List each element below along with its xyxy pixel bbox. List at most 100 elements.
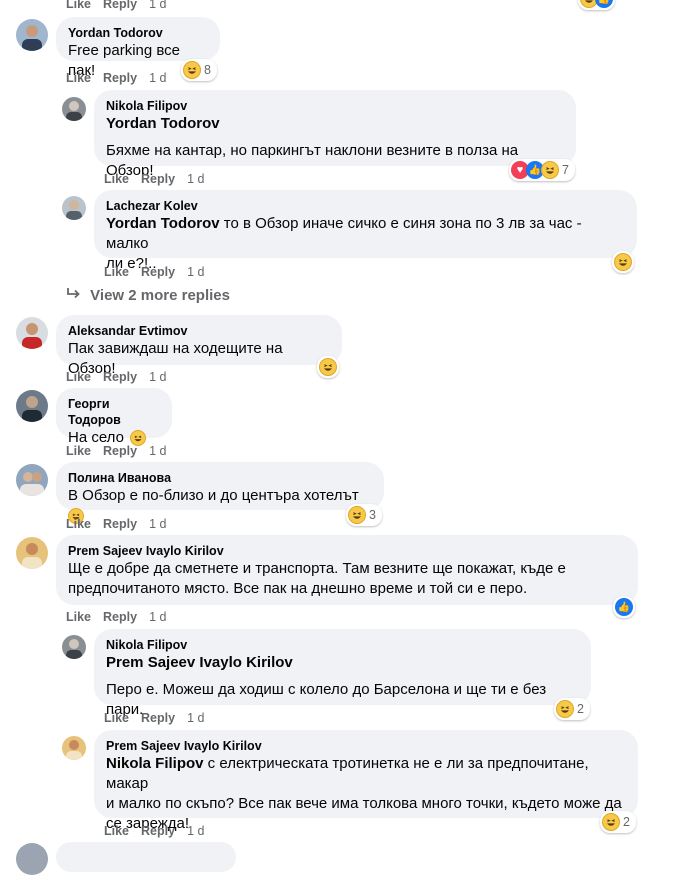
haha-reaction-icon: [319, 358, 337, 376]
reaction-count: 2: [623, 815, 630, 829]
reply-link[interactable]: Reply: [103, 0, 137, 11]
mentioned-user[interactable]: Yordan Todorov: [106, 215, 220, 232]
mentioned-user[interactable]: Yordan Todorov: [106, 114, 564, 134]
reaction-count: 7: [562, 163, 569, 177]
reply-link[interactable]: Reply: [103, 370, 137, 384]
timestamp: 1 d: [149, 444, 167, 458]
like-reaction-icon: 👍: [615, 598, 633, 616]
reaction-summary[interactable]: 2: [600, 811, 636, 833]
avatar[interactable]: [62, 196, 86, 220]
comment-bubble: Георги Тодоров На село: [56, 388, 172, 446]
timestamp: 1 d: [187, 265, 205, 279]
avatar[interactable]: [62, 736, 86, 760]
comment-actions: Like Reply 1 d: [66, 70, 166, 86]
mentioned-user[interactable]: Nikola Filipov: [106, 755, 204, 772]
comment-text-line: и малко по скъпо? Все пак вече има толко…: [106, 795, 622, 812]
comment-actions: Like Reply 1 d: [104, 264, 204, 280]
comment-bubble: Lachezar Kolev Yordan Todorov то в Обзор…: [94, 190, 637, 272]
view-more-replies[interactable]: View 2 more replies: [66, 287, 230, 304]
author-name[interactable]: Prem Sajeev Ivaylo Kirilov: [68, 543, 626, 559]
avatar[interactable]: [16, 19, 48, 51]
timestamp: 1 d: [187, 172, 205, 186]
comment-bubble: Aleksandar Evtimov Пак завиждаш на ходещ…: [56, 315, 342, 377]
author-name[interactable]: Aleksandar Evtimov: [68, 323, 330, 339]
avatar[interactable]: [16, 537, 48, 569]
like-link[interactable]: Like: [66, 610, 91, 624]
comment-actions: Like Reply 1 d: [104, 171, 204, 187]
comment-bubble: [56, 842, 236, 872]
comment-text-line: предпочитаното място. Все пак на днешно …: [68, 580, 528, 597]
timestamp: 1 d: [149, 0, 167, 11]
reaction-summary[interactable]: 8: [181, 59, 217, 81]
reply-arrow-icon: [67, 288, 80, 299]
timestamp: 1 d: [187, 824, 205, 838]
like-link[interactable]: Like: [104, 824, 129, 838]
reaction-summary[interactable]: [317, 356, 339, 378]
comment-actions: Like Reply 1 d: [66, 443, 166, 459]
avatar[interactable]: [16, 317, 48, 349]
comment-text: Ще е добре да сметнете и транспорта. Там…: [68, 560, 566, 577]
timestamp: 1 d: [187, 711, 205, 725]
haha-reaction-icon: [541, 161, 559, 179]
comment-actions: Like Reply 1 d: [104, 710, 204, 726]
reaction-summary[interactable]: 2: [554, 698, 590, 720]
like-reaction-icon: 👍: [595, 0, 613, 8]
timestamp: 1 d: [149, 370, 167, 384]
like-link[interactable]: Like: [104, 172, 129, 186]
reaction-summary[interactable]: ♥ 👍 7: [509, 159, 575, 181]
like-link[interactable]: Like: [66, 444, 91, 458]
comment-text: Yordan Todorov то в Обзор иначе сичко е …: [106, 215, 582, 252]
view-more-label: View 2 more replies: [90, 287, 230, 304]
reply-link[interactable]: Reply: [103, 71, 137, 85]
reaction-count: 8: [204, 63, 211, 77]
comment-bubble: Prem Sajeev Ivaylo Kirilov Nikola Filipo…: [94, 730, 638, 832]
comment-bubble: Yordan Todorov Free parking все пак!: [56, 17, 220, 79]
reply-link[interactable]: Reply: [141, 711, 175, 725]
reaction-summary[interactable]: [612, 251, 634, 273]
comment-bubble: Nikola Filipov Yordan Todorov Бяхме на к…: [94, 90, 576, 179]
mentioned-user[interactable]: Prem Sajeev Ivaylo Kirilov: [106, 653, 579, 673]
author-name[interactable]: Nikola Filipov: [106, 98, 564, 114]
reaction-count: 2: [577, 702, 584, 716]
avatar[interactable]: [16, 390, 48, 422]
reply-link[interactable]: Reply: [103, 444, 137, 458]
like-link[interactable]: Like: [104, 265, 129, 279]
comment-actions: Like Reply 1 d: [66, 516, 166, 532]
comment-actions: Like Reply 1 d: [66, 369, 166, 385]
comment-actions: Like Reply 1 d: [66, 609, 166, 625]
avatar[interactable]: [62, 635, 86, 659]
haha-reaction-icon: [183, 61, 201, 79]
comment-actions: Like Reply 1 d: [66, 0, 166, 12]
comment-text: Nikola Filipov с електрическата тротинет…: [106, 755, 589, 792]
reply-link[interactable]: Reply: [141, 824, 175, 838]
like-link[interactable]: Like: [66, 370, 91, 384]
author-name[interactable]: Георги Тодоров: [68, 396, 160, 428]
like-link[interactable]: Like: [66, 0, 91, 11]
reaction-summary[interactable]: 3: [346, 504, 382, 526]
haha-reaction-icon: [556, 700, 574, 718]
haha-reaction-icon: [348, 506, 366, 524]
reaction-summary[interactable]: 👍: [578, 0, 615, 10]
haha-reaction-icon: [602, 813, 620, 831]
author-name[interactable]: Prem Sajeev Ivaylo Kirilov: [106, 738, 626, 754]
like-link[interactable]: Like: [66, 71, 91, 85]
avatar[interactable]: [62, 97, 86, 121]
author-name[interactable]: Lachezar Kolev: [106, 198, 625, 214]
like-link[interactable]: Like: [104, 711, 129, 725]
reply-link[interactable]: Reply: [103, 610, 137, 624]
author-name[interactable]: Nikola Filipov: [106, 637, 579, 653]
comment-bubble: Nikola Filipov Prem Sajeev Ivaylo Kirilo…: [94, 629, 591, 718]
comment-actions: Like Reply 1 d: [104, 823, 204, 839]
like-link[interactable]: Like: [66, 517, 91, 531]
author-name[interactable]: Yordan Todorov: [68, 25, 208, 41]
reaction-count: 3: [369, 508, 376, 522]
timestamp: 1 d: [149, 610, 167, 624]
reply-link[interactable]: Reply: [141, 172, 175, 186]
reply-link[interactable]: Reply: [141, 265, 175, 279]
author-name[interactable]: Полина Иванова: [68, 470, 372, 486]
reaction-summary[interactable]: 👍: [613, 596, 635, 618]
comment-bubble: Prem Sajeev Ivaylo Kirilov Ще е добре да…: [56, 535, 638, 605]
reply-link[interactable]: Reply: [103, 517, 137, 531]
timestamp: 1 d: [149, 517, 167, 531]
avatar[interactable]: [16, 464, 48, 496]
